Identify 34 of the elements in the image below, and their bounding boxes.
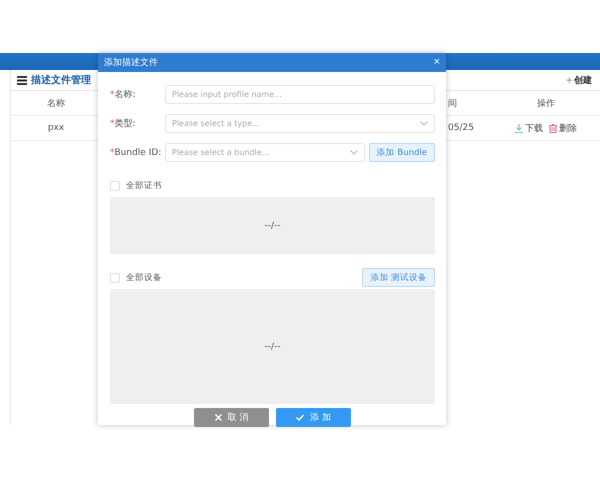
empty-text: --/-- xyxy=(264,342,281,352)
column-header: 名称 xyxy=(46,98,66,110)
trash-icon xyxy=(549,124,557,132)
field-label: *类型: xyxy=(110,118,137,130)
select-field[interactable]: Please select a bundle... xyxy=(165,143,365,162)
chevron-down-icon xyxy=(350,150,358,155)
add-device-button[interactable]: 添加 测试设备 xyxy=(362,268,435,287)
create-link[interactable]: +创建 xyxy=(565,74,592,86)
field-label: *名称: xyxy=(110,88,137,101)
panel-title: 描述文件管理 xyxy=(31,74,91,87)
checkbox[interactable] xyxy=(110,272,120,282)
delete-link[interactable]: 删除 xyxy=(549,122,577,134)
empty-text: --/-- xyxy=(264,220,281,230)
chevron-down-icon xyxy=(420,121,428,126)
column-header: 间 xyxy=(448,98,458,110)
input-field[interactable]: Please input profile name... xyxy=(165,85,435,104)
column-header: 操作 xyxy=(536,98,556,110)
table-cell-text: pxx xyxy=(46,123,66,133)
select-field[interactable]: Please select a type... xyxy=(165,114,435,133)
checkbox[interactable] xyxy=(110,180,120,190)
menu-icon xyxy=(17,76,27,84)
table-cell-text: 05/25 xyxy=(448,123,475,133)
checkbox-label: 全部证书 xyxy=(126,180,162,192)
cancel-button[interactable]: 取 消 xyxy=(194,408,269,427)
add-button[interactable]: 添 加 xyxy=(276,408,351,427)
close-icon xyxy=(214,414,222,421)
download-link[interactable]: 下载 xyxy=(515,122,543,134)
check-icon xyxy=(296,414,304,421)
download-icon xyxy=(515,124,523,132)
add-bundle-button[interactable]: 添加 Bundle xyxy=(368,143,435,162)
dialog-title: 添加描述文件 xyxy=(104,56,158,69)
close-button[interactable]: × xyxy=(434,57,440,68)
checkbox-label: 全部设备 xyxy=(126,272,162,284)
field-label: *Bundle ID: xyxy=(110,148,161,158)
